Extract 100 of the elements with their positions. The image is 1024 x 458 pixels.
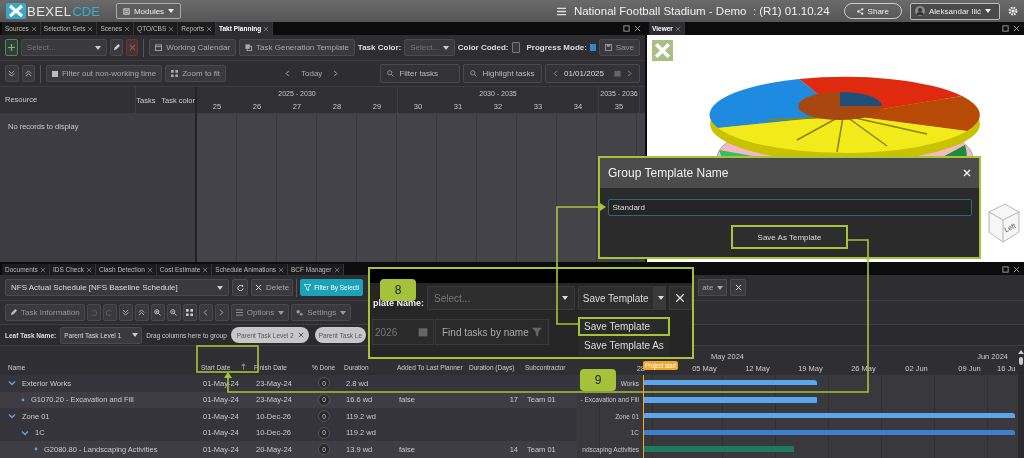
settings-icon[interactable]: [1008, 6, 1018, 16]
delete-button[interactable]: Delete: [251, 279, 294, 296]
zoom-out-icon: [170, 309, 178, 316]
close-icon: [734, 284, 742, 291]
save-as-template-button[interactable]: Save As Template: [731, 225, 848, 249]
grid-icon: [171, 70, 179, 77]
sort-arrow-icon: [241, 363, 246, 370]
filter-tasks-field[interactable]: Filter tasks: [380, 64, 461, 83]
progress-mode-label: Progress Mode:: [526, 43, 587, 52]
gantt-bar[interactable]: [643, 396, 818, 403]
edit-button[interactable]: [109, 39, 123, 56]
calendar-icon: [614, 70, 621, 77]
chevron-icon[interactable]: [21, 428, 29, 437]
maximize-icon[interactable]: [1002, 266, 1009, 273]
list-icon: [235, 309, 243, 316]
menu-item[interactable]: Save Template As: [578, 336, 670, 355]
caret-icon: [168, 9, 175, 13]
logo-text: BEXEL: [27, 3, 72, 19]
close-icon: [675, 293, 686, 303]
close-icon[interactable]: [1013, 266, 1020, 273]
date-picker[interactable]: 01/01/2025: [544, 64, 640, 83]
chevron-icon[interactable]: [8, 412, 16, 421]
save-button[interactable]: Save: [598, 39, 640, 56]
zoom-to-fit-button[interactable]: Zoom to fit: [165, 65, 226, 82]
share-icon: [856, 7, 864, 15]
menu-item[interactable]: Save Template: [578, 317, 670, 336]
modules-button[interactable]: Modules: [115, 3, 182, 19]
chevron-right-icon[interactable]: [332, 70, 340, 77]
user-menu-button[interactable]: Aleksandar Ilić: [909, 2, 1000, 20]
color-coded-label: Color Coded:: [457, 43, 509, 52]
maximize-icon[interactable]: [1002, 25, 1009, 32]
close-icon[interactable]: [634, 25, 641, 32]
close-button[interactable]: [730, 279, 747, 296]
chevron-right-icon: [626, 70, 633, 77]
undo-button[interactable]: [86, 304, 101, 321]
gantt-bar[interactable]: [643, 429, 1015, 435]
zoom-out-button[interactable]: [166, 304, 181, 321]
collapse-all-button[interactable]: [118, 304, 133, 321]
pencil-icon: [112, 44, 120, 51]
logo-accent-text: CDE: [72, 3, 100, 19]
highlight-tasks-field[interactable]: Highlight tasks: [463, 64, 542, 83]
next-button[interactable]: [214, 304, 229, 321]
double-chevron-up-icon: [24, 70, 32, 77]
refresh-button[interactable]: [232, 279, 248, 296]
scroll-up-icon[interactable]: [1018, 350, 1024, 354]
step-badge: 8: [380, 279, 416, 301]
redo-icon: [106, 309, 114, 316]
save-template-button[interactable]: Save Template: [577, 286, 654, 310]
maximize-icon[interactable]: [623, 25, 630, 32]
calendar-icon: [418, 327, 428, 337]
collapse-all-button[interactable]: [5, 65, 19, 82]
close-icon: [128, 44, 136, 51]
template-name-field[interactable]: Standard: [607, 199, 972, 216]
chevron-icon[interactable]: [8, 379, 16, 388]
task-color-label: Task Color:: [357, 43, 402, 52]
task-information-button[interactable]: Task Information: [5, 304, 85, 321]
today-button[interactable]: Today: [301, 69, 323, 78]
caret-icon: [217, 285, 223, 290]
logo-icon: [6, 3, 26, 19]
expand-all-button[interactable]: [21, 65, 36, 82]
calendar-icon: [155, 44, 163, 51]
search-icon: [387, 70, 395, 77]
save-template-button[interactable]: ate: [698, 279, 728, 296]
color-coded-checkbox[interactable]: [511, 42, 521, 53]
expand-all-button[interactable]: [134, 304, 149, 321]
close-button[interactable]: [668, 286, 692, 310]
chevron-left-icon: [202, 309, 210, 316]
task-generation-template-button[interactable]: Task Generation Template: [239, 39, 355, 56]
project-title: National Football Stadium - Demo : (R1) 01.10.24: [573, 5, 830, 17]
caret-icon: [717, 285, 724, 290]
add-button[interactable]: [5, 39, 18, 56]
progress-mode-toggle[interactable]: [589, 44, 596, 51]
filter-non-working-time-button[interactable]: Filter out non-working time: [45, 65, 163, 82]
caret-icon: [442, 45, 449, 50]
zoom-in-button[interactable]: [150, 304, 165, 321]
caret-icon: [278, 310, 285, 315]
chevron-left-icon[interactable]: [284, 70, 291, 77]
working-calendar-button[interactable]: Working Calendar: [149, 39, 237, 56]
double-chevron-up-icon: [138, 309, 146, 316]
avatar-icon: [914, 6, 925, 16]
funnel-icon: [304, 284, 312, 291]
schedule-select[interactable]: NFS Actual Schedule [NFS Baseline Schedule]: [5, 279, 229, 296]
close-icon[interactable]: [297, 332, 304, 338]
zoom-in-icon: [154, 309, 162, 316]
fit-button[interactable]: [182, 304, 197, 321]
double-chevron-down-icon: [122, 309, 130, 316]
template-name-label: plate Name:: [373, 298, 425, 308]
menu-icon[interactable]: [556, 6, 566, 16]
bullet-icon: [21, 397, 25, 402]
module-icon: [122, 7, 130, 15]
options-button[interactable]: Options: [230, 304, 290, 321]
chevron-right-icon: [218, 309, 226, 316]
find-tasks-field[interactable]: Find tasks by name: [435, 319, 549, 345]
close-icon[interactable]: [1013, 25, 1020, 32]
close-icon: [255, 284, 262, 291]
undo-icon: [90, 309, 98, 316]
caret-icon: [94, 45, 101, 50]
settings-button[interactable]: Settings: [291, 304, 352, 321]
redo-button[interactable]: [102, 304, 117, 321]
caret-icon: [340, 310, 347, 315]
